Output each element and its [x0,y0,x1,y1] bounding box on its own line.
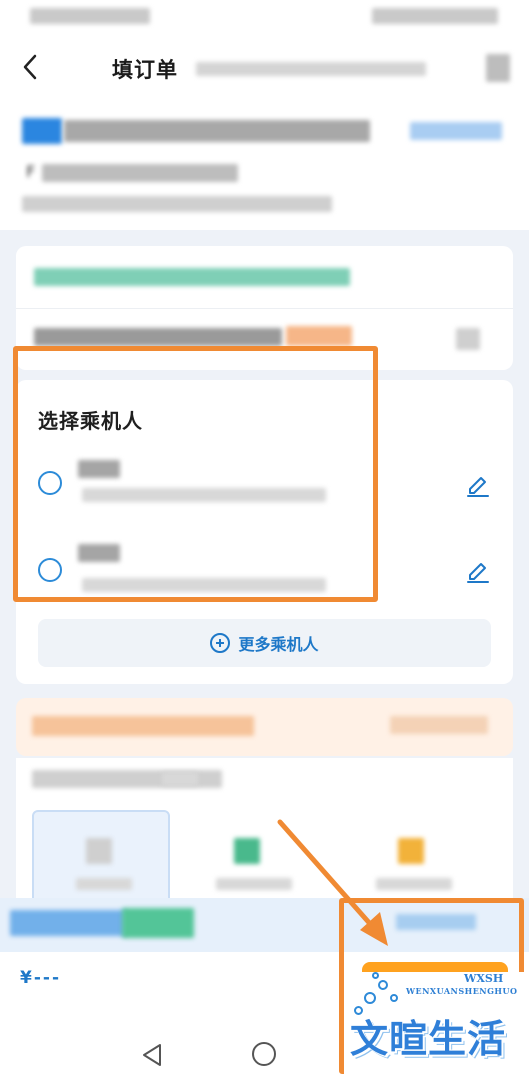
flight-detail-link[interactable] [410,122,502,140]
addon-option-1-label [76,878,132,890]
flight-route-text [64,120,370,142]
more-passengers-button[interactable]: 更多乘机人 [38,619,491,667]
status-bar [0,0,529,34]
passenger-2-edit-icon[interactable] [465,558,491,584]
promo-banner [16,698,513,756]
total-price: ¥--- [20,968,61,988]
addon-count [162,772,198,786]
passenger-1-edit-icon[interactable] [465,472,491,498]
watermark-bubble-icon [372,972,379,979]
annotation-passenger-highlight [13,346,378,602]
addon-option-2-icon[interactable] [234,838,260,864]
flight-time-prefix: F [26,162,36,181]
service-row-2-arrow[interactable] [456,328,480,350]
flight-summary: F [0,106,529,230]
watermark-bubble-icon [364,992,376,1004]
watermark-bubble-icon [378,980,388,990]
page-title: 填订单 [112,58,178,82]
service-row-2-badge [286,326,352,346]
plus-circle-icon [210,633,231,653]
header: 填订单 [0,34,529,106]
watermark-abbr: WXSH [464,972,504,985]
addon-option-3-icon[interactable] [398,838,424,864]
addon-card [16,758,513,908]
header-menu-icon[interactable] [486,54,510,82]
notice-text-blue [10,910,126,936]
status-time [30,8,150,24]
watermark-bubble-icon [390,994,398,1002]
status-icons [372,8,498,24]
notice-text-green [122,908,194,938]
nav-back-icon[interactable] [140,1042,166,1068]
watermark-subtitle: WENXUANSHENGHUO [406,986,518,996]
watermark-title: 文暄生活 [350,1017,507,1061]
service-row-1 [34,268,350,286]
header-step-indicator [196,62,426,76]
service-row-2 [34,328,282,346]
airline-logo [22,118,62,144]
annotation-arrow-icon [277,819,388,946]
promo-banner-text [32,716,254,736]
flight-time-text [42,164,238,182]
back-arrow-icon[interactable] [18,52,44,82]
watermark-logo: WXSH WENXUANSHENGHUO 文暄生活 [344,972,524,1076]
addon-option-1-icon [86,838,112,864]
promo-banner-link[interactable] [390,716,488,734]
flight-extra-info [22,196,332,212]
nav-home-icon[interactable] [252,1042,276,1066]
more-passengers-label: 更多乘机人 [238,635,319,654]
